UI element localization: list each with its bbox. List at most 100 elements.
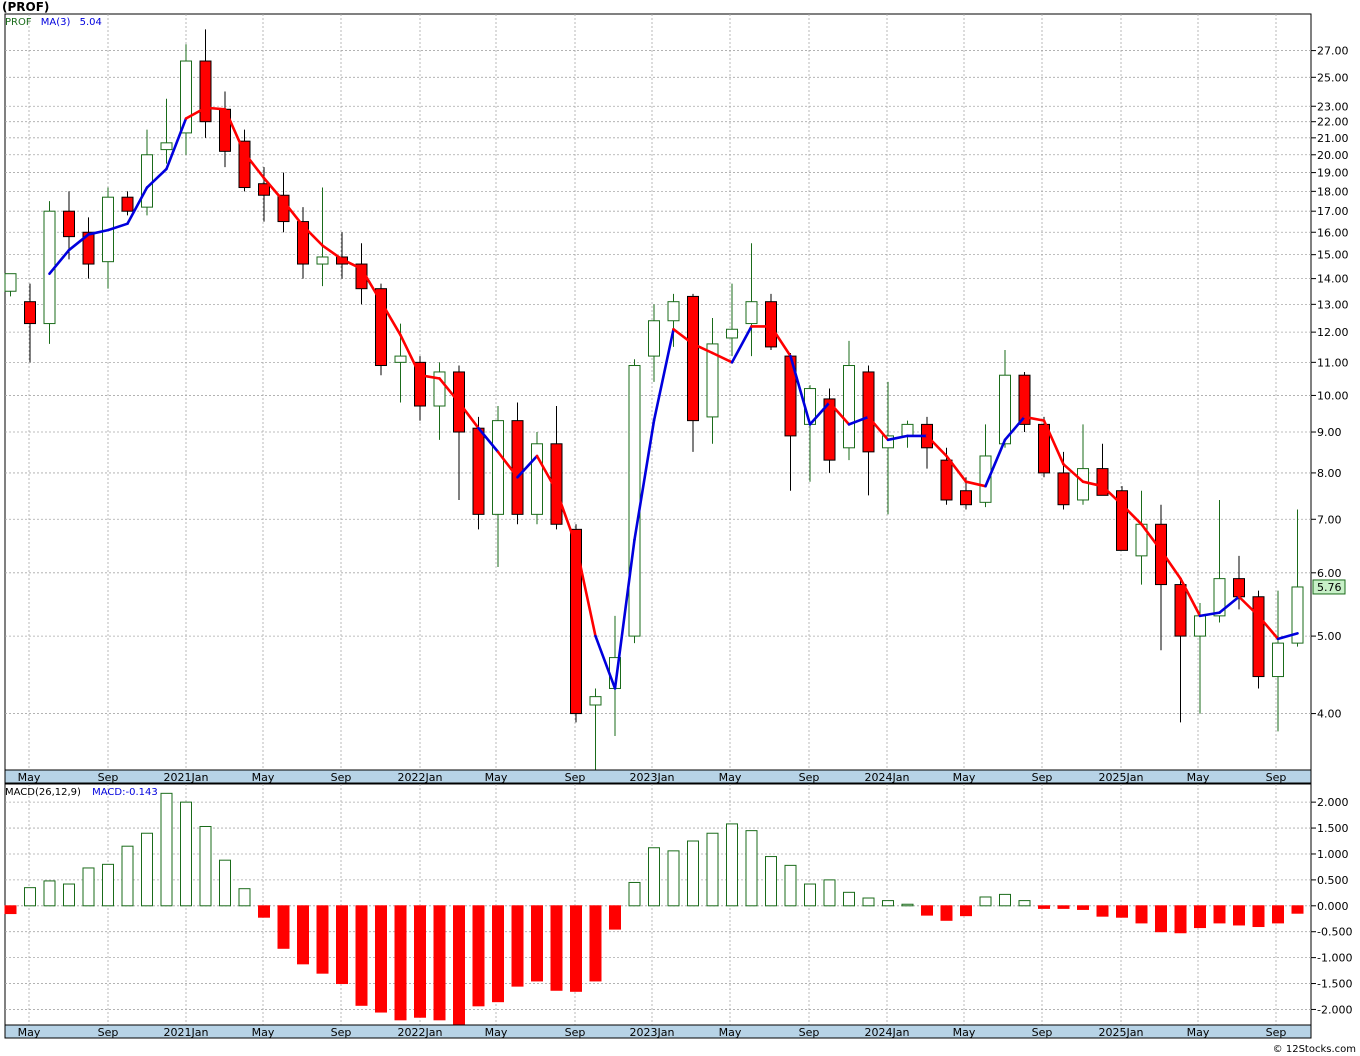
candle-body: [258, 183, 270, 196]
macd-bar: [570, 905, 582, 992]
macd-bar: [745, 830, 758, 907]
price-x-axis: May Sep 2021Jan May Sep 2022Jan May Sep 2023Jan M…: [4, 769, 1312, 784]
macd-tick-label: 1.000: [1317, 848, 1349, 861]
macd-legend: MACD(26,12,9) MACD:-0.143: [5, 787, 158, 798]
macd-bar: [921, 905, 933, 916]
ma-value: 5.04: [80, 17, 102, 28]
price-x-label: May: [252, 771, 275, 784]
macd-bar: [238, 888, 251, 907]
macd-bar: [1194, 905, 1206, 929]
macd-bar: [609, 905, 621, 930]
macd-bar: [1174, 905, 1187, 934]
macd-x-label: May: [252, 1026, 275, 1039]
price-x-label: 2025Jan: [1099, 771, 1144, 784]
candle-body: [492, 420, 504, 515]
candle-body: [24, 301, 36, 325]
candle-body: [940, 459, 953, 501]
macd-bar: [862, 897, 875, 907]
macd-bar: [804, 883, 816, 907]
macd-x-axis: May Sep 2021Jan May Sep 2022Jan May Sep 2023Jan M…: [4, 1024, 1312, 1039]
macd-x-label: May: [18, 1026, 41, 1039]
price-tick-label: 10.00: [1317, 389, 1349, 402]
candle: [628, 359, 641, 644]
macd-bar: [1077, 905, 1089, 910]
macd-bar: [901, 903, 914, 907]
macd-bar: [375, 905, 387, 1013]
watermark: © 12Stocks.com: [1273, 1044, 1356, 1055]
price-tick-label: 12.00: [1317, 326, 1349, 339]
price-y-axis: 27.00 25.00 23.00 22.00 21.00 20.00 19.00 18.00…: [1311, 45, 1349, 721]
candle-body: [199, 60, 212, 123]
price-tick-label: 17.00: [1317, 205, 1349, 218]
macd-bar: [648, 847, 660, 907]
macd-tick-label: 0.000: [1317, 900, 1349, 913]
price-x-label: Sep: [799, 771, 820, 784]
macd-bar: [492, 905, 504, 1003]
macd-bar: [160, 792, 173, 907]
price-tick-label: 20.00: [1317, 149, 1349, 162]
candle-body: [648, 320, 660, 357]
price-tick-label: 19.00: [1317, 167, 1349, 180]
candle-body: [726, 328, 738, 339]
macd-x-label: 2022Jan: [398, 1026, 443, 1039]
macd-x-label: 2021Jan: [164, 1026, 209, 1039]
macd-bar: [102, 863, 114, 907]
macd-bar: [141, 832, 153, 907]
price-x-label: Sep: [565, 771, 586, 784]
price-tick-label: 13.00: [1317, 298, 1349, 311]
macd-bar: [1018, 900, 1031, 907]
macd-bar: [589, 905, 602, 982]
macd-bar: [4, 905, 17, 915]
macd-x-label: May: [1187, 1026, 1210, 1039]
macd-bar: [1135, 905, 1148, 924]
macd-bar: [1096, 905, 1109, 917]
candle-body: [960, 490, 972, 506]
macd-bar: [823, 879, 836, 907]
candle-body: [1174, 584, 1187, 637]
macd-bar: [453, 905, 465, 1026]
macd-bar: [882, 900, 894, 907]
macd-x-label: May: [953, 1026, 976, 1039]
candle-body: [1194, 615, 1206, 637]
price-x-label: 2022Jan: [398, 771, 443, 784]
ticker-title: (PROF): [2, 0, 49, 14]
macd-tick-label: -1.500: [1317, 978, 1352, 991]
candle-body: [4, 273, 17, 292]
candle-body: [667, 301, 680, 322]
macd-tick-label: -2.000: [1317, 1003, 1352, 1016]
macd-bar: [219, 859, 231, 907]
candle-body: [121, 196, 134, 212]
macd-bar: [277, 905, 290, 949]
candle-body: [63, 210, 75, 238]
stock-chart: 27.00 25.00 23.00 22.00 21.00 20.00 19.00 18.00…: [2, 0, 1356, 1055]
macd-bar: [1038, 905, 1050, 909]
macd-bar: [63, 883, 75, 907]
macd-bar: [82, 867, 95, 907]
macd-bar: [1233, 905, 1245, 926]
price-x-label: Sep: [98, 771, 119, 784]
macd-bar: [940, 905, 953, 921]
candle-body: [1272, 642, 1284, 678]
macd-bar: [121, 845, 134, 907]
candle-body: [531, 443, 543, 515]
macd-bar: [843, 891, 855, 907]
price-x-label: May: [1187, 771, 1210, 784]
price-tick-label: 6.00: [1317, 567, 1342, 580]
macd-bar: [1155, 905, 1167, 933]
macd-bar: [550, 905, 563, 991]
macd-bar: [960, 905, 972, 917]
price-x-label: Sep: [1266, 771, 1287, 784]
price-tick-label: 16.00: [1317, 226, 1349, 239]
candle: [570, 524, 582, 723]
macd-bar: [979, 896, 992, 907]
macd-bar: [43, 880, 56, 907]
macd-bar: [628, 881, 641, 907]
macd-bar: [180, 801, 192, 907]
price-tick-label: 27.00: [1317, 45, 1349, 58]
macd-bar: [667, 850, 680, 907]
candle-body: [745, 301, 758, 325]
macd-bar: [336, 905, 348, 985]
macd-bar: [999, 893, 1011, 907]
price-tick-label: 7.00: [1317, 513, 1342, 526]
macd-bar: [1213, 905, 1226, 924]
